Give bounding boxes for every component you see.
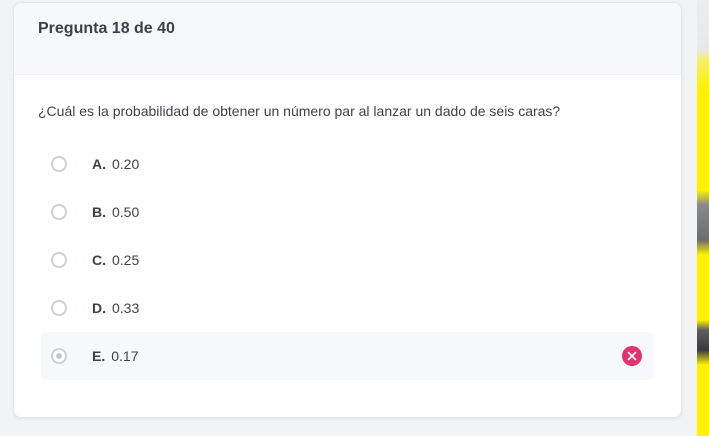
question-card: Pregunta 18 de 40 ¿Cuál es la probabilid… xyxy=(13,2,682,418)
option-text: 0.33 xyxy=(112,300,140,316)
option-d[interactable]: D. 0.33 xyxy=(41,284,654,332)
background-image-strip xyxy=(697,0,709,436)
radio-button[interactable] xyxy=(51,204,67,220)
question-counter: Pregunta 18 de 40 xyxy=(38,20,175,37)
option-letter: E. xyxy=(92,348,106,364)
option-c[interactable]: C. 0.25 xyxy=(41,236,654,284)
option-letter: A. xyxy=(92,156,106,172)
option-text: 0.17 xyxy=(111,348,139,364)
answer-options: A. 0.20 B. 0.50 C. 0.25 D. 0.33 E. 0.17 xyxy=(14,140,681,380)
option-text: 0.50 xyxy=(112,204,140,220)
radio-button[interactable] xyxy=(51,300,67,316)
option-text: 0.25 xyxy=(112,252,140,268)
radio-button-selected[interactable] xyxy=(51,348,67,364)
question-text: ¿Cuál es la probabilidad de obtener un n… xyxy=(38,103,561,119)
option-e[interactable]: E. 0.17 xyxy=(41,332,654,380)
radio-button[interactable] xyxy=(51,252,67,268)
option-letter: C. xyxy=(92,252,106,268)
page: Pregunta 18 de 40 ¿Cuál es la probabilid… xyxy=(0,0,709,436)
close-circle-icon xyxy=(622,346,642,366)
radio-button[interactable] xyxy=(51,156,67,172)
option-a[interactable]: A. 0.20 xyxy=(41,140,654,188)
option-b[interactable]: B. 0.50 xyxy=(41,188,654,236)
option-text: 0.20 xyxy=(112,156,140,172)
option-letter: D. xyxy=(92,300,106,316)
card-header: Pregunta 18 de 40 xyxy=(14,3,681,75)
option-letter: B. xyxy=(92,204,106,220)
